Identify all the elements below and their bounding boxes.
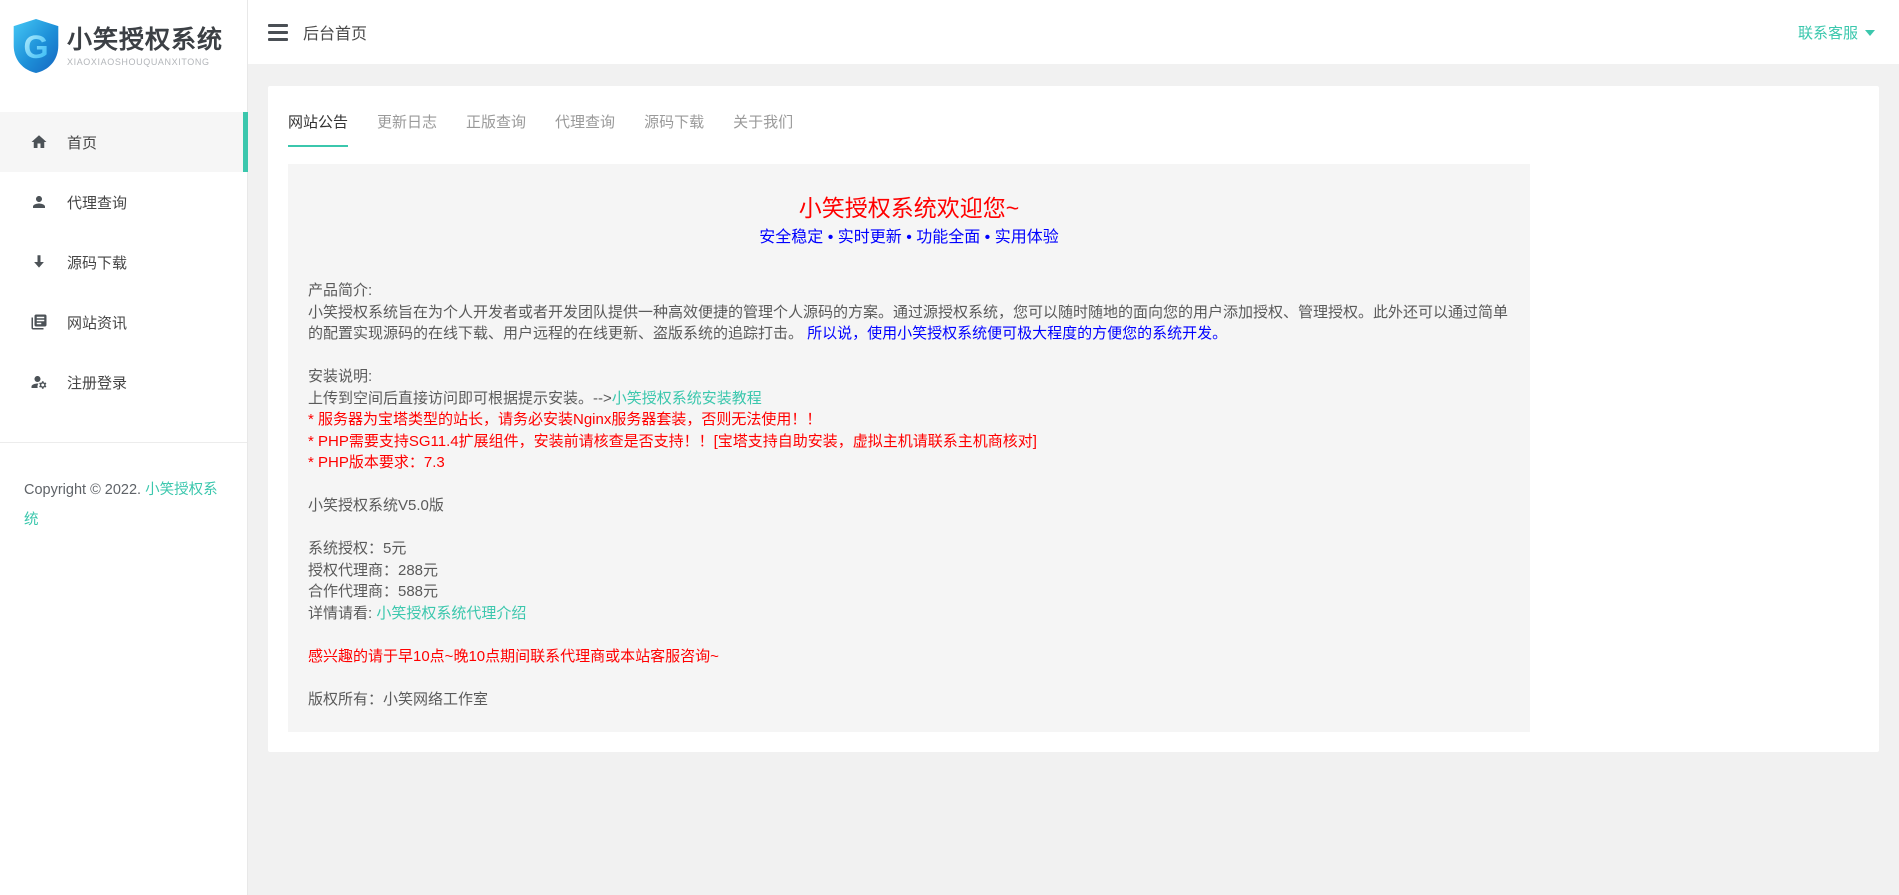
spacer (308, 667, 1510, 689)
tab-bar: 网站公告 更新日志 正版查询 代理查询 源码下载 关于我们 (268, 86, 1879, 147)
contact-service-label: 联系客服 (1798, 22, 1858, 43)
detail-line: 详情请看: 小笑授权系统代理介绍 (308, 603, 1510, 625)
version-line: 小笑授权系统V5.0版 (308, 495, 1510, 517)
top-header: 后台首页 联系客服 (248, 0, 1899, 64)
detail-label: 详情请看: (308, 605, 376, 622)
spacer (308, 624, 1510, 646)
tab-agent-query[interactable]: 代理查询 (555, 100, 615, 147)
price-line-3: 合作代理商：588元 (308, 581, 1510, 603)
app-logo[interactable]: G 小笑授权系统 XIAOXIAOSHOUQUANXITONG (0, 0, 247, 92)
user-icon (30, 193, 48, 211)
tab-source-download[interactable]: 源码下载 (644, 100, 704, 147)
sidebar-item-site-news[interactable]: 网站资讯 (0, 292, 247, 352)
install-text: 上传到空间后直接访问即可根据提示安装。--> (308, 390, 612, 407)
price-line-2: 授权代理商：288元 (308, 560, 1510, 582)
brand-subtitle: XIAOXIAOSHOUQUANXITONG (67, 57, 223, 67)
tab-about-us[interactable]: 关于我们 (733, 100, 793, 147)
sidebar-item-label: 源码下载 (67, 252, 127, 273)
tab-changelog[interactable]: 更新日志 (377, 100, 437, 147)
intro-highlight: 所以说，使用小笑授权系统便可极大程度的方便您的系统开发。 (803, 325, 1227, 342)
caret-down-icon (1865, 30, 1875, 36)
warning-line-2: * PHP需要支持SG11.4扩展组件，安装前请核查是否支持！！[宝塔支持自助安… (308, 431, 1510, 453)
svg-text:G: G (23, 29, 48, 65)
spacer (308, 345, 1510, 367)
page-title: 后台首页 (303, 20, 367, 44)
notice-panel: 小笑授权系统欢迎您~ 安全稳定 • 实时更新 • 功能全面 • 实用体验 产品简… (288, 164, 1530, 732)
sidebar-item-label: 网站资讯 (67, 312, 127, 333)
contact-notice-line: 感兴趣的请于早10点~晚10点期间联系代理商或本站客服咨询~ (308, 646, 1510, 668)
sidebar-item-source-download[interactable]: 源码下载 (0, 232, 247, 292)
owner-line: 版权所有：小笑网络工作室 (308, 689, 1510, 711)
sidebar-item-register-login[interactable]: 注册登录 (0, 352, 247, 412)
spacer (308, 474, 1510, 496)
user-gear-icon (30, 373, 48, 391)
sidebar-item-agent-query[interactable]: 代理查询 (0, 172, 247, 232)
install-tutorial-link[interactable]: 小笑授权系统安装教程 (612, 390, 762, 407)
sidebar-item-home[interactable]: 首页 (0, 112, 247, 172)
copyright-text: Copyright © 2022. (24, 482, 145, 498)
agent-intro-link[interactable]: 小笑授权系统代理介绍 (376, 605, 526, 622)
notice-subtitle: 安全稳定 • 实时更新 • 功能全面 • 实用体验 (308, 226, 1510, 250)
intro-label: 产品简介: (308, 280, 1510, 302)
install-label: 安装说明: (308, 366, 1510, 388)
sidebar-nav: 首页 代理查询 源码下载 网站资讯 注册登录 (0, 92, 247, 412)
copyright: Copyright © 2022. 小笑授权系统 (0, 442, 247, 535)
sidebar: G 小笑授权系统 XIAOXIAOSHOUQUANXITONG 首页 代理查询 … (0, 0, 248, 895)
warning-line-1: * 服务器为宝塔类型的站长，请务必安装Nginx服务器套装，否则无法使用！！ (308, 409, 1510, 431)
tab-genuine-query[interactable]: 正版查询 (466, 100, 526, 147)
sidebar-item-label: 注册登录 (67, 372, 127, 393)
home-icon (30, 133, 48, 151)
brand-name: 小笑授权系统 (67, 26, 223, 54)
spacer (308, 517, 1510, 539)
main-content: 网站公告 更新日志 正版查询 代理查询 源码下载 关于我们 小笑授权系统欢迎您~… (248, 64, 1899, 895)
sidebar-item-label: 首页 (67, 132, 97, 153)
warning-line-3: * PHP版本要求：7.3 (308, 452, 1510, 474)
install-line: 上传到空间后直接访问即可根据提示安装。-->小笑授权系统安装教程 (308, 388, 1510, 410)
hamburger-menu-icon[interactable] (268, 24, 288, 41)
intro-paragraph: 小笑授权系统旨在为个人开发者或者开发团队提供一种高效便捷的管理个人源码的方案。通… (308, 302, 1510, 345)
tab-site-notice[interactable]: 网站公告 (288, 100, 348, 147)
news-icon (30, 313, 48, 331)
contact-service-link[interactable]: 联系客服 (1798, 22, 1875, 43)
notice-body: 产品简介: 小笑授权系统旨在为个人开发者或者开发团队提供一种高效便捷的管理个人源… (308, 280, 1510, 710)
content-card: 网站公告 更新日志 正版查询 代理查询 源码下载 关于我们 小笑授权系统欢迎您~… (268, 86, 1879, 752)
price-line-1: 系统授权：5元 (308, 538, 1510, 560)
logo-shield-icon: G (12, 18, 60, 74)
sidebar-item-label: 代理查询 (67, 192, 127, 213)
download-icon (30, 253, 48, 271)
notice-title: 小笑授权系统欢迎您~ (308, 192, 1510, 224)
